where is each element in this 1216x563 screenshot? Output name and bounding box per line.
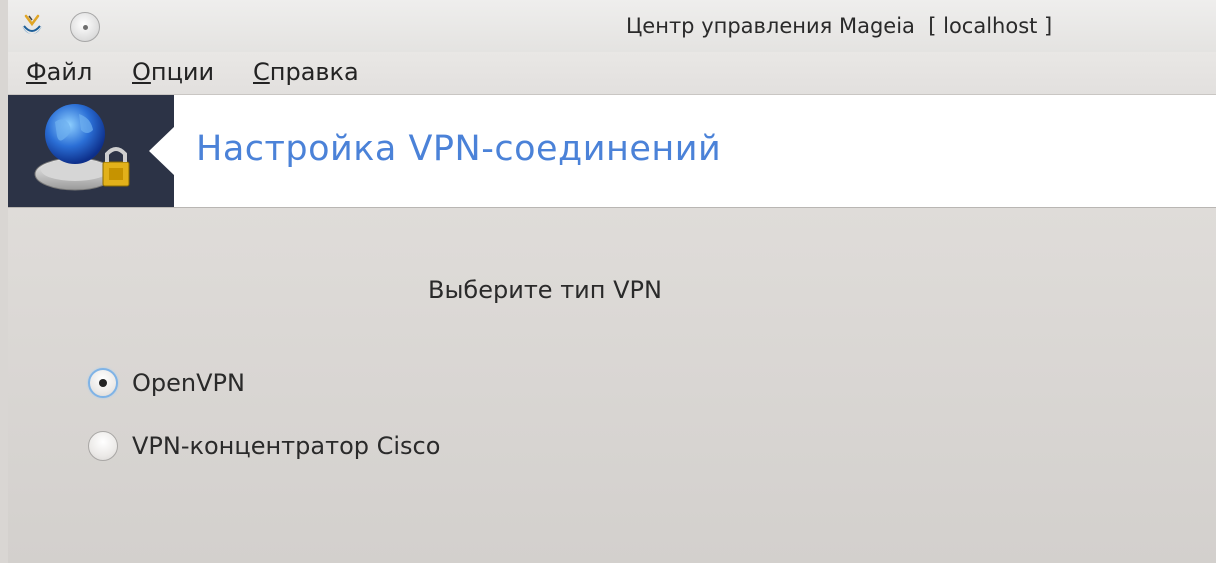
vpn-type-prompt: Выберите тип VPN bbox=[428, 276, 662, 304]
menu-file[interactable]: Файл bbox=[26, 58, 92, 86]
menu-help-label: правка bbox=[269, 58, 359, 86]
header-banner: Настройка VPN-соединений bbox=[8, 95, 1216, 208]
menu-help-mnemonic: С bbox=[253, 58, 270, 86]
radio-label-cisco[interactable]: VPN-концентратор Cisco bbox=[132, 432, 440, 460]
menu-help[interactable]: Справка bbox=[253, 58, 359, 86]
title-bar: Центр управления Mageia [ localhost ] bbox=[8, 0, 1216, 52]
menu-options-label: пции bbox=[150, 58, 215, 86]
page-title: Настройка VPN-соединений bbox=[196, 129, 722, 169]
vpn-globe-lock-icon bbox=[34, 104, 130, 191]
window-menu-button[interactable] bbox=[70, 12, 100, 42]
radio-option-cisco[interactable]: VPN-концентратор Cisco bbox=[88, 428, 440, 464]
radio-option-openvpn[interactable]: OpenVPN bbox=[88, 365, 245, 401]
main-content: Выберите тип VPN OpenVPN VPN-концентрато… bbox=[8, 208, 1216, 563]
menu-file-mnemonic: Ф bbox=[26, 58, 47, 86]
menu-file-label: айл bbox=[46, 58, 93, 86]
radio-label-openvpn[interactable]: OpenVPN bbox=[132, 369, 245, 397]
window-title: Центр управления Mageia [ localhost ] bbox=[626, 14, 1053, 38]
banner-arrow bbox=[149, 126, 175, 176]
menu-options[interactable]: Опции bbox=[132, 58, 214, 86]
radio-button-unselected[interactable] bbox=[88, 431, 118, 461]
radio-button-selected[interactable] bbox=[88, 368, 118, 398]
menu-options-mnemonic: О bbox=[132, 58, 151, 86]
mageia-cauldron-icon[interactable] bbox=[16, 12, 48, 44]
menu-bar: Файл Опции Справка bbox=[8, 52, 1216, 95]
